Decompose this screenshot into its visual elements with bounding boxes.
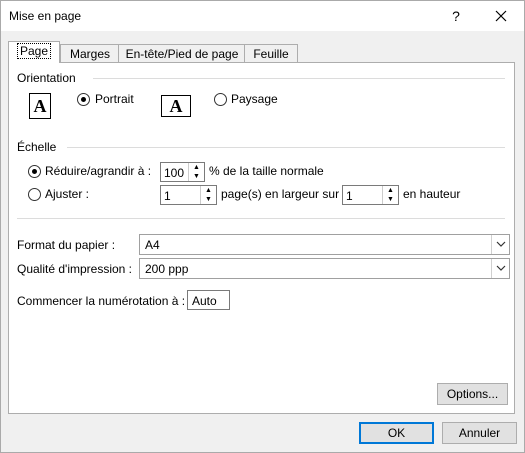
fit-width-value: 1 [164,189,171,203]
paper-size-value: A4 [145,238,160,252]
tab-header-footer[interactable]: En-tête/Pied de page [118,44,246,63]
page-tab-panel: Orientation A Portrait A Paysage Échelle… [8,62,515,414]
tab-page-label: Page [16,43,52,59]
first-page-number-input[interactable]: Auto [187,290,230,310]
cancel-button[interactable]: Annuler [442,422,517,444]
orientation-divider [93,78,505,79]
print-quality-label: Qualité d'impression : [17,262,133,276]
orientation-label: Orientation [17,71,76,85]
fit-height-value: 1 [346,189,353,203]
reduce-enlarge-spinner[interactable]: 100 ▲ ▼ [160,162,205,182]
first-page-number-value: Auto [192,294,217,308]
tab-sheet[interactable]: Feuille [244,44,298,63]
title-bar: Mise en page ? [1,1,524,31]
spin-down-icon[interactable]: ▼ [189,172,204,181]
ok-button[interactable]: OK [359,422,434,444]
fit-width-suffix: page(s) en largeur sur [221,187,340,201]
tab-margins[interactable]: Marges [60,44,120,63]
spinner-arrows: ▲ ▼ [188,163,204,181]
landscape-label: Paysage [231,92,278,106]
spinner-arrows: ▲ ▼ [382,186,398,204]
help-button[interactable]: ? [441,3,471,29]
spin-up-icon[interactable]: ▲ [383,186,398,195]
print-quality-select[interactable]: 200 ppp [139,258,510,279]
tab-page[interactable]: Page [8,41,60,63]
portrait-label: Portrait [95,92,134,106]
close-button[interactable] [486,3,516,29]
spin-up-icon[interactable]: ▲ [189,163,204,172]
paper-size-label: Format du papier : [17,238,116,252]
fit-height-suffix: en hauteur [403,187,461,201]
landscape-radio[interactable] [214,93,227,106]
spin-down-icon[interactable]: ▼ [383,195,398,204]
spin-up-icon[interactable]: ▲ [201,186,216,195]
fit-width-spinner[interactable]: 1 ▲ ▼ [160,185,217,205]
options-button[interactable]: Options... [437,383,508,405]
spinner-arrows: ▲ ▼ [200,186,216,204]
portrait-icon: A [29,93,51,119]
reduce-enlarge-label: Réduire/agrandir à : [45,164,152,178]
page-setup-dialog: Mise en page ? Page Marges En-tête/Pied … [0,0,525,453]
fit-to-label: Ajuster : [45,187,90,201]
first-page-number-label: Commencer la numérotation à : [17,294,186,308]
paper-divider [17,218,505,219]
spin-down-icon[interactable]: ▼ [201,195,216,204]
chevron-down-icon[interactable] [491,259,509,278]
reduce-enlarge-radio[interactable] [28,165,41,178]
paper-size-select[interactable]: A4 [139,234,510,255]
print-quality-value: 200 ppp [145,262,189,276]
chevron-down-icon[interactable] [491,235,509,254]
window-title: Mise en page [9,9,82,23]
close-icon [495,10,507,22]
reduce-enlarge-suffix: % de la taille normale [209,164,324,178]
landscape-icon: A [161,95,191,117]
scale-label: Échelle [17,140,57,154]
portrait-radio[interactable] [77,93,90,106]
fit-to-radio[interactable] [28,188,41,201]
reduce-enlarge-value: 100 [164,166,185,180]
fit-height-spinner[interactable]: 1 ▲ ▼ [342,185,399,205]
scale-divider [67,147,505,148]
